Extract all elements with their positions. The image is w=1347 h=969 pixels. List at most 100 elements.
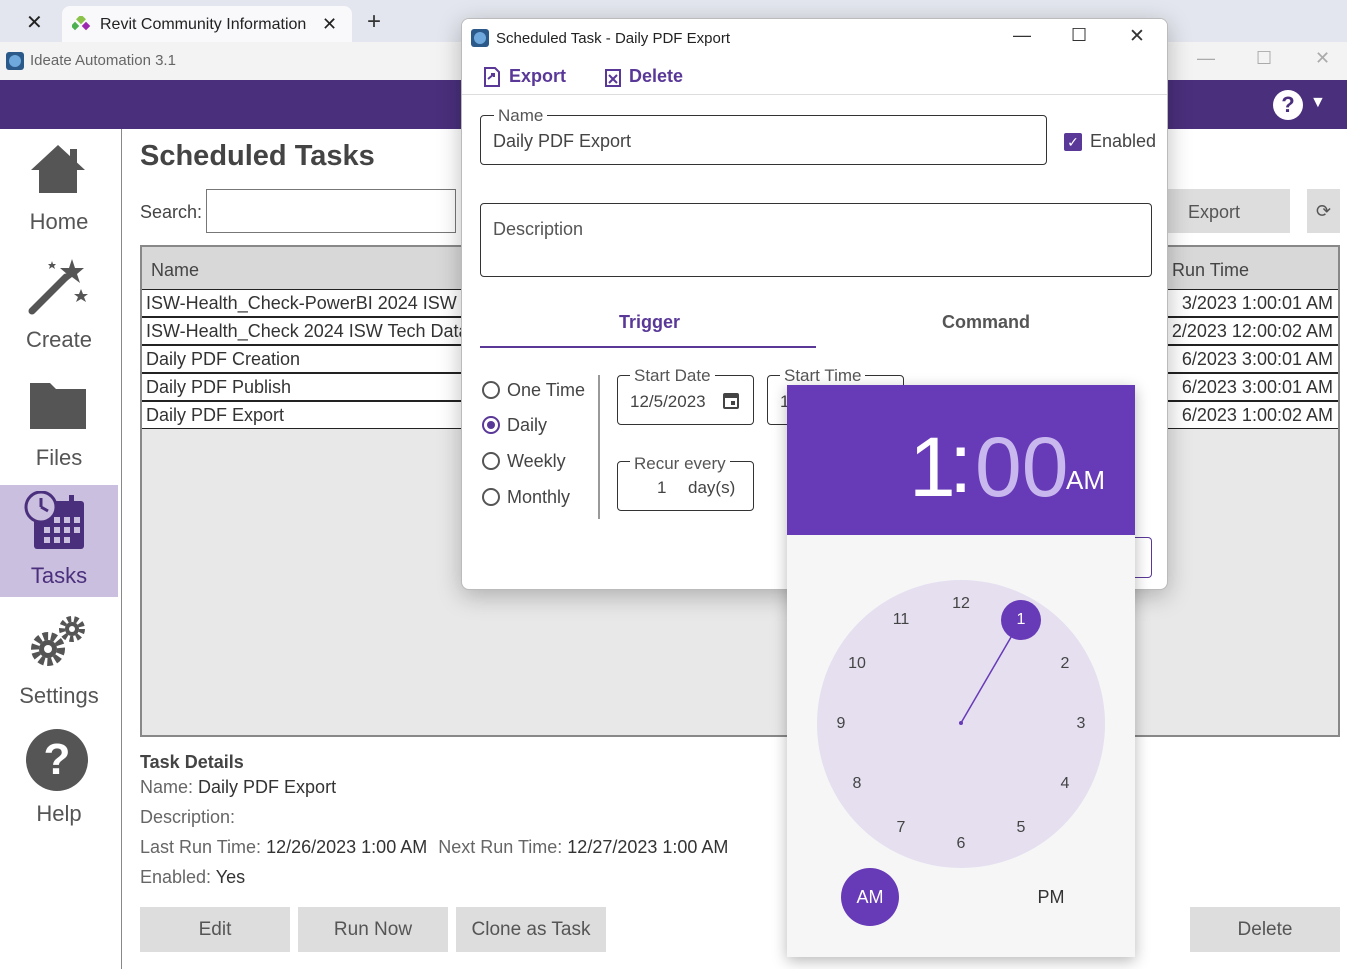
- radio-monthly[interactable]: [482, 488, 500, 506]
- task-name: ISW-Health_Check-PowerBI 2024 ISW T: [146, 293, 473, 313]
- sidebar: Home Create Files Tasks Settings ? Help: [0, 129, 122, 969]
- refresh-icon[interactable]: ⟳: [1307, 189, 1340, 233]
- column-header-name[interactable]: Name: [151, 260, 199, 281]
- sidebar-item-label: Tasks: [30, 563, 88, 588]
- calendar-icon[interactable]: [723, 391, 739, 409]
- edit-button[interactable]: Edit: [140, 907, 290, 952]
- sidebar-item-create[interactable]: Create: [0, 251, 118, 363]
- clock-hour[interactable]: 3: [1066, 715, 1096, 733]
- tab-indicator: [480, 346, 816, 348]
- sidebar-item-files[interactable]: Files: [0, 369, 118, 481]
- dialog-title-bar: Scheduled Task - Daily PDF Export — ☐ ✕: [462, 19, 1167, 57]
- folder-icon: [30, 383, 86, 429]
- minimize-icon[interactable]: —: [1197, 48, 1215, 69]
- radio-one-time[interactable]: [482, 381, 500, 399]
- sidebar-item-label: Files: [35, 445, 83, 470]
- clock-hand: [959, 619, 1022, 725]
- clock-hour-selected[interactable]: 1: [1001, 600, 1041, 640]
- close-window-icon[interactable]: ✕: [1315, 48, 1330, 69]
- search-input[interactable]: [206, 189, 456, 233]
- name-field-label: Name: [494, 106, 548, 126]
- recur-unit: day(s): [688, 478, 736, 497]
- detail-description-row: Description:: [140, 807, 235, 828]
- task-name: Daily PDF Creation: [146, 349, 301, 369]
- clone-as-task-button[interactable]: Clone as Task: [456, 907, 606, 952]
- radio-label: One Time: [507, 380, 586, 400]
- clock-hour[interactable]: 12: [946, 595, 976, 613]
- run-now-button[interactable]: Run Now: [298, 907, 448, 952]
- task-run-time: 2/2023 12:00:02 AM: [1171, 321, 1333, 341]
- recur-label: Recur every: [630, 454, 730, 474]
- radio-daily[interactable]: [482, 416, 500, 434]
- name-field-value: Daily PDF Export: [493, 131, 632, 151]
- clock-hour[interactable]: 4: [1050, 775, 1080, 793]
- browser-tab[interactable]: Revit Community Information | ✕: [62, 6, 352, 42]
- maximize-icon[interactable]: ☐: [1256, 48, 1272, 69]
- start-time-label: Start Time: [780, 366, 866, 386]
- sidebar-item-label: Home: [29, 209, 89, 234]
- dialog-title: Scheduled Task - Daily PDF Export: [496, 30, 730, 47]
- detail-value: Yes: [215, 867, 246, 887]
- clock-hour[interactable]: 5: [1006, 819, 1036, 837]
- dialog-toolbar: Export Delete: [462, 57, 1167, 95]
- sidebar-item-tasks[interactable]: Tasks: [0, 485, 118, 597]
- delete-file-icon: [605, 69, 621, 87]
- radio-weekly[interactable]: [482, 452, 500, 470]
- clock-hour[interactable]: 9: [826, 715, 856, 733]
- clock-hour[interactable]: 7: [886, 819, 916, 837]
- column-header-run-time[interactable]: Run Time: [1172, 260, 1249, 281]
- detail-label: Last Run Time:: [140, 837, 262, 857]
- tab-command[interactable]: Command: [942, 312, 1030, 333]
- tab-trigger[interactable]: Trigger: [619, 312, 680, 333]
- start-date-label: Start Date: [630, 366, 715, 386]
- search-label: Search:: [140, 202, 203, 222]
- detail-value: Daily PDF Export: [198, 777, 337, 797]
- enabled-label: Enabled: [1090, 131, 1157, 151]
- calendar-clock-icon: [24, 491, 84, 549]
- clock-hour[interactable]: 10: [842, 655, 872, 673]
- sidebar-item-label: Help: [36, 801, 82, 826]
- maximize-icon[interactable]: ☐: [1071, 25, 1087, 46]
- page-title: Scheduled Tasks: [140, 140, 375, 172]
- detail-label: Next Run Time:: [438, 837, 563, 857]
- clock-hour[interactable]: 11: [886, 611, 916, 629]
- start-date-value: 12/5/2023: [630, 392, 706, 411]
- am-button[interactable]: AM: [841, 868, 899, 926]
- export-label: Export: [509, 66, 567, 86]
- close-icon[interactable]: ✕: [322, 14, 337, 35]
- app-title: Ideate Automation 3.1: [30, 52, 176, 69]
- description-placeholder: Description: [493, 219, 584, 239]
- description-field[interactable]: [480, 203, 1152, 277]
- gears-icon: [31, 616, 85, 666]
- minimize-icon[interactable]: —: [1013, 25, 1031, 46]
- close-tab-icon[interactable]: ✕: [26, 10, 43, 35]
- home-icon: [31, 145, 85, 193]
- divider: [598, 375, 600, 519]
- task-name: ISW-Health_Check 2024 ISW Tech Data: [146, 321, 469, 341]
- delete-button[interactable]: Delete: [1190, 907, 1340, 952]
- detail-label: Name:: [140, 777, 194, 797]
- sidebar-item-home[interactable]: Home: [0, 133, 118, 245]
- detail-label: Enabled:: [140, 867, 212, 887]
- export-button-label: Export: [1188, 202, 1241, 222]
- close-icon[interactable]: ✕: [1129, 25, 1145, 48]
- task-details-title: Task Details: [140, 752, 244, 772]
- sidebar-item-help[interactable]: ? Help: [0, 723, 118, 835]
- sidebar-item-label: Create: [25, 327, 93, 352]
- enabled-checkbox[interactable]: ✓: [1064, 133, 1082, 151]
- sidebar-item-settings[interactable]: Settings: [0, 605, 118, 717]
- detail-run-times-row: Last Run Time: 12/26/2023 1:00 AM Next R…: [140, 837, 728, 858]
- new-tab-icon[interactable]: +: [367, 8, 381, 36]
- task-run-time: 3/2023 1:00:01 AM: [1181, 293, 1333, 313]
- detail-label: Description:: [140, 807, 236, 827]
- clock-hour[interactable]: 8: [842, 775, 872, 793]
- recur-value: 1: [657, 478, 667, 497]
- task-run-time: 6/2023 1:00:02 AM: [1181, 405, 1333, 425]
- task-run-time: 6/2023 3:00:01 AM: [1181, 377, 1333, 397]
- help-menu-icon[interactable]: ?: [1273, 90, 1303, 120]
- clock-hour[interactable]: 6: [946, 835, 976, 853]
- chevron-down-icon[interactable]: ▼: [1310, 94, 1326, 112]
- clock-hour[interactable]: 2: [1050, 655, 1080, 673]
- detail-value: 12/27/2023 1:00 AM: [567, 837, 729, 857]
- pm-button[interactable]: PM: [1031, 868, 1071, 926]
